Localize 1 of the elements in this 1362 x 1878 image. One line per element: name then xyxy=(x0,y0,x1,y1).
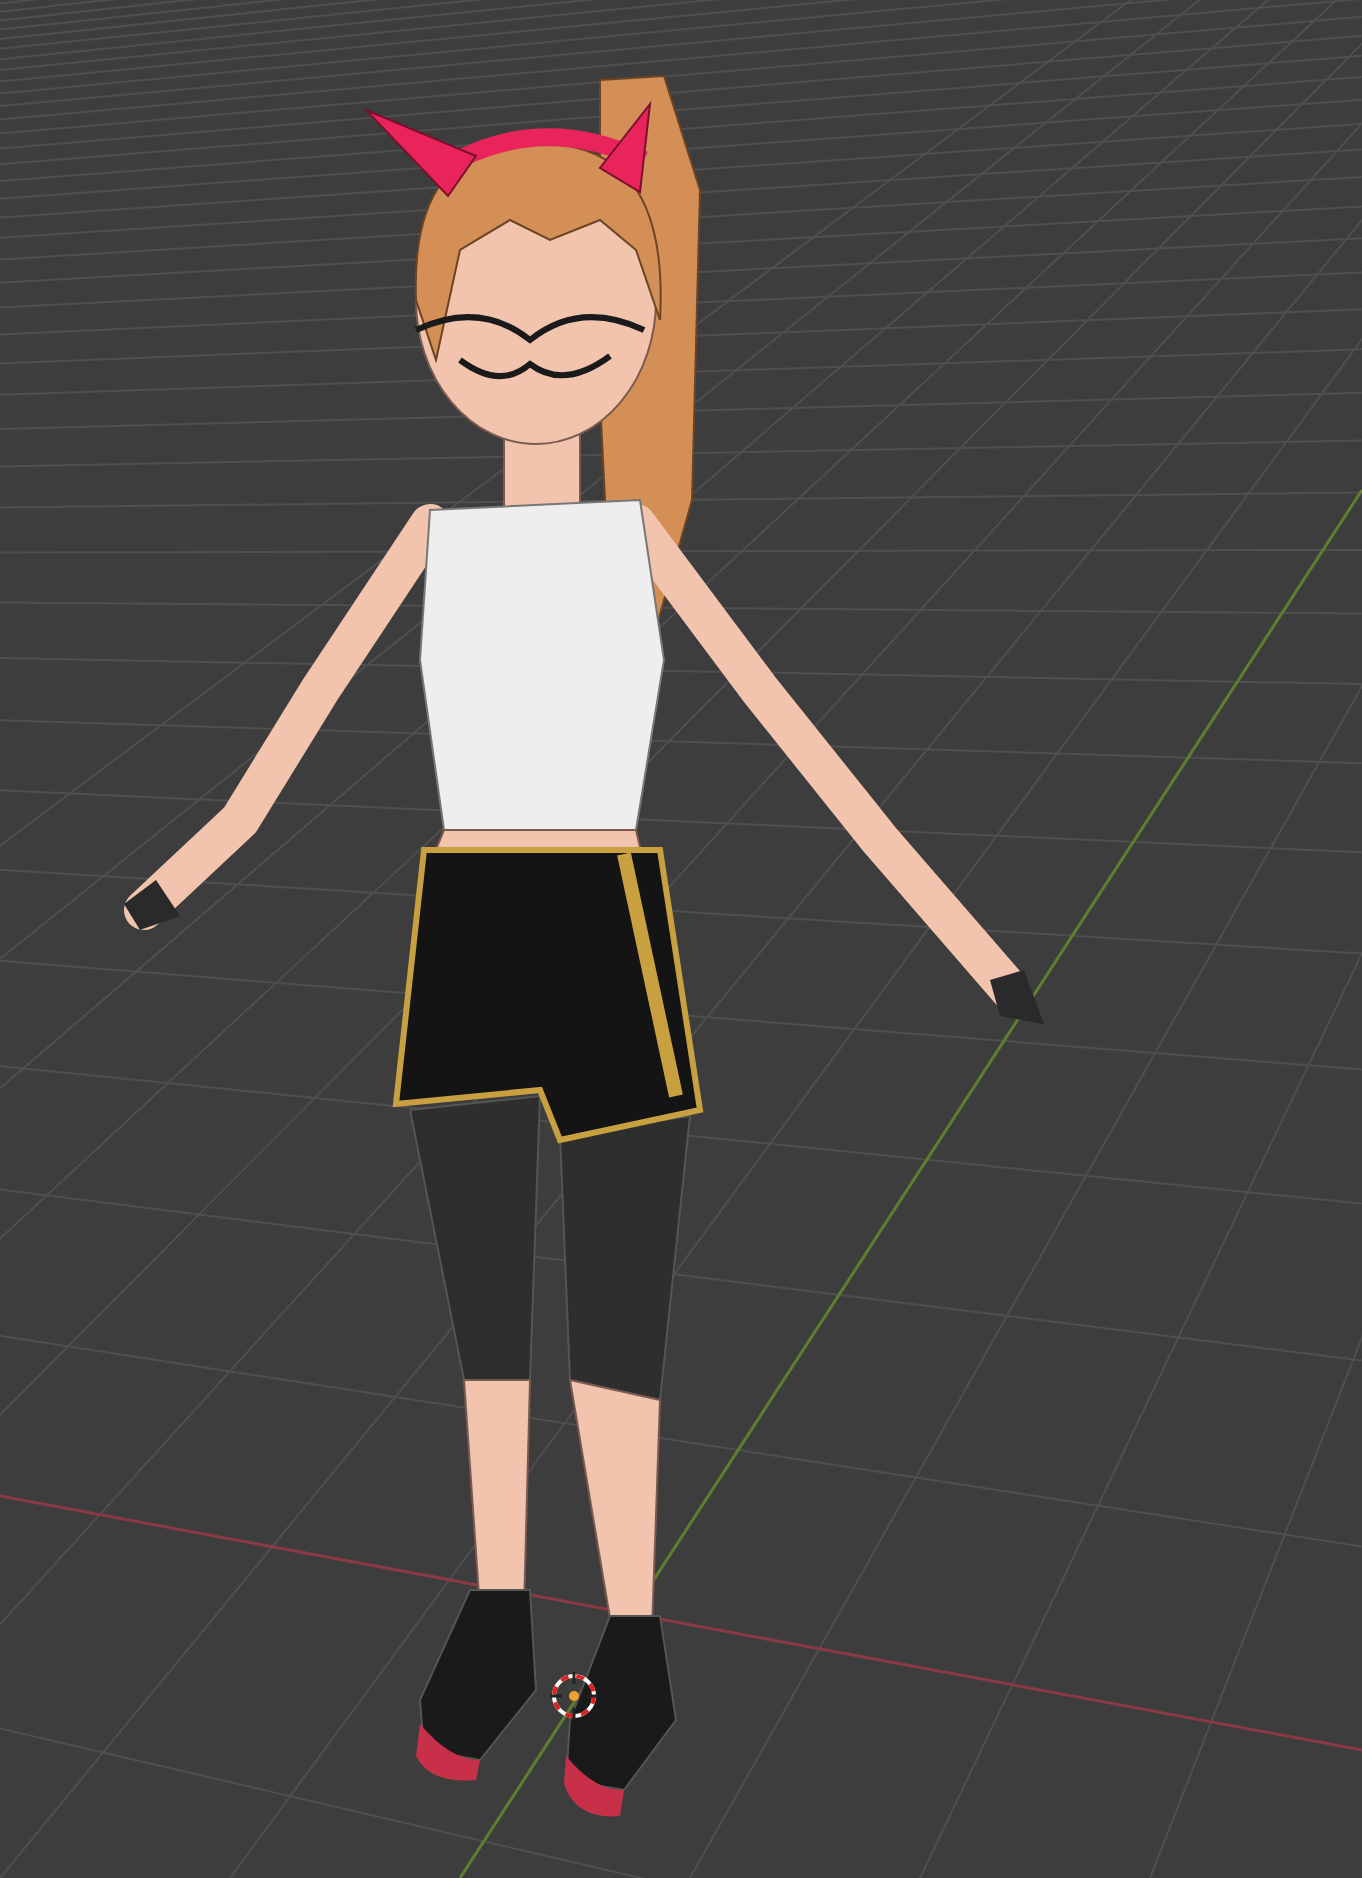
3d-cursor-icon[interactable] xyxy=(548,1670,600,1722)
